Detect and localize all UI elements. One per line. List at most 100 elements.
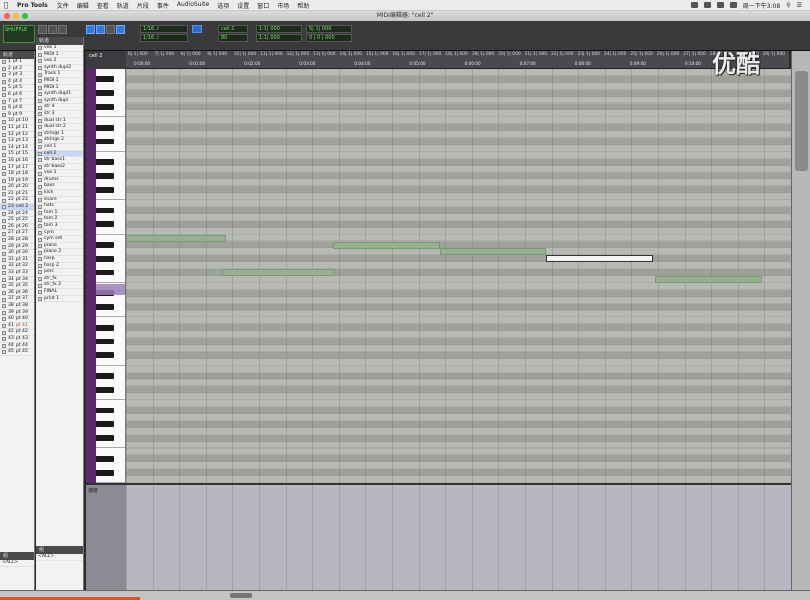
black-key[interactable] (96, 173, 114, 179)
pitch-lane[interactable] (126, 296, 791, 304)
black-key[interactable] (96, 138, 114, 145)
track-visibility-icon[interactable] (2, 304, 6, 309)
pitch-lane[interactable] (126, 213, 791, 221)
pitch-lane[interactable] (126, 96, 791, 104)
pitch-lane[interactable] (126, 207, 791, 214)
track-visibility-icon[interactable] (2, 218, 6, 223)
track-row[interactable]: 10 pt 10 (0, 118, 34, 125)
track-visibility-icon[interactable] (2, 66, 6, 71)
midi-note[interactable] (126, 234, 226, 242)
black-key[interactable] (96, 104, 114, 110)
track-name-field[interactable]: cell 2 (218, 25, 248, 33)
pitch-lane[interactable] (126, 69, 791, 76)
pitch-lane[interactable] (126, 262, 791, 270)
track-visibility-icon[interactable] (2, 99, 6, 104)
track-visibility-icon[interactable] (2, 297, 6, 302)
black-key[interactable] (96, 186, 114, 193)
track-visibility-icon[interactable] (2, 350, 6, 355)
pitch-lane[interactable] (126, 476, 791, 483)
clip-row[interactable]: cym set (36, 236, 83, 243)
pitch-lane[interactable] (126, 124, 791, 132)
menubar-clock[interactable]: 周一下午3:08 (743, 1, 780, 10)
track-row[interactable]: 15 pt 15 (0, 151, 34, 158)
pitch-lane[interactable] (126, 186, 791, 194)
track-visibility-icon[interactable] (2, 178, 6, 183)
track-visibility-icon[interactable] (2, 251, 6, 256)
pitch-lane[interactable] (126, 427, 791, 435)
pitch-lane[interactable] (126, 351, 791, 359)
track-visibility-icon[interactable] (2, 231, 6, 236)
black-key[interactable] (96, 407, 114, 414)
black-key[interactable] (96, 324, 114, 331)
track-visibility-icon[interactable] (2, 238, 6, 243)
horizontal-scroll-thumb[interactable] (230, 593, 252, 598)
track-row[interactable]: 28 pt 28 (0, 237, 34, 244)
minimize-window-button[interactable] (13, 13, 19, 19)
track-row[interactable]: 5 pt 5 (0, 85, 34, 92)
track-row[interactable]: 25 pt 25 (0, 217, 34, 224)
track-visibility-icon[interactable] (2, 119, 6, 124)
pitch-lane[interactable] (126, 151, 791, 159)
pitch-lane[interactable] (126, 420, 791, 428)
pitch-lane[interactable] (126, 241, 791, 249)
timeline-ruler[interactable]: cell 2 6| 1| 000 7| 1| 000 8| 1| 000 9| 1| … (86, 51, 789, 69)
clip-row[interactable]: vox 2 (36, 58, 83, 65)
black-key[interactable] (96, 90, 114, 97)
track-row[interactable]: 33 pt 33 (0, 270, 34, 277)
black-key[interactable] (96, 373, 114, 379)
pitch-lane[interactable] (126, 289, 791, 297)
track-row[interactable]: 8 pt 8 (0, 105, 34, 112)
track-visibility-icon[interactable] (2, 244, 6, 249)
midi-note[interactable] (221, 269, 335, 277)
length-field[interactable]: 0 | 0 | 000 (306, 34, 352, 42)
track-visibility-icon[interactable] (2, 139, 6, 144)
pitch-lane[interactable] (126, 469, 791, 477)
black-key[interactable] (96, 352, 114, 359)
track-visibility-icon[interactable] (2, 330, 6, 335)
wifi-icon[interactable] (716, 2, 724, 8)
clip-row[interactable]: tom 3 (36, 223, 83, 230)
track-visibility-icon[interactable] (2, 343, 6, 348)
menu-item[interactable]: 编辑 (73, 1, 93, 10)
track-visibility-icon[interactable] (2, 73, 6, 78)
track-row[interactable]: 6 pt 6 (0, 92, 34, 99)
midi-note-selected[interactable] (546, 255, 653, 263)
track-row[interactable]: 13 pt 13 (0, 138, 34, 145)
pitch-lane[interactable] (126, 338, 791, 345)
track-visibility-icon[interactable] (2, 205, 6, 210)
pitch-lane[interactable] (126, 303, 791, 311)
smart-tool-icon[interactable] (96, 25, 105, 34)
pitch-lane[interactable] (126, 110, 791, 118)
menu-item[interactable]: 帮助 (293, 1, 313, 10)
bluetooth-icon[interactable] (703, 2, 711, 8)
track-visibility-icon[interactable] (2, 211, 6, 216)
pitch-lane[interactable] (126, 434, 791, 442)
track-row[interactable]: 18 pt 18 (0, 171, 34, 178)
link-button[interactable] (192, 25, 202, 33)
black-key[interactable] (96, 304, 114, 310)
pitch-lane[interactable] (126, 234, 791, 242)
pitch-lane[interactable] (126, 310, 791, 318)
track-visibility-icon[interactable] (2, 165, 6, 170)
pitch-lane[interactable] (126, 386, 791, 394)
end-field[interactable]: 5| 1| 000 (306, 25, 352, 33)
track-visibility-icon[interactable] (2, 106, 6, 111)
menu-list-icon[interactable]: ☰ (797, 2, 802, 9)
black-key[interactable] (96, 386, 114, 393)
track-visibility-icon[interactable] (2, 192, 6, 197)
track-visibility-icon[interactable] (2, 126, 6, 131)
pitch-lane[interactable] (126, 103, 791, 111)
pitch-lane[interactable] (126, 448, 791, 456)
status-icon[interactable] (690, 2, 698, 8)
pitch-lane[interactable] (126, 331, 791, 339)
black-key[interactable] (96, 455, 114, 462)
search-icon[interactable]: ⚲ (786, 2, 790, 9)
black-key[interactable] (96, 338, 114, 345)
zoom-tool-icon[interactable] (38, 25, 47, 34)
pitch-lane[interactable] (126, 379, 791, 387)
velocity-lane[interactable]: 速度 (86, 483, 792, 600)
track-row[interactable]: 1 pt 1 (0, 59, 34, 66)
track-visibility-icon[interactable] (2, 60, 6, 65)
pitch-lane[interactable] (126, 138, 791, 145)
menu-item[interactable]: 查看 (93, 1, 113, 10)
